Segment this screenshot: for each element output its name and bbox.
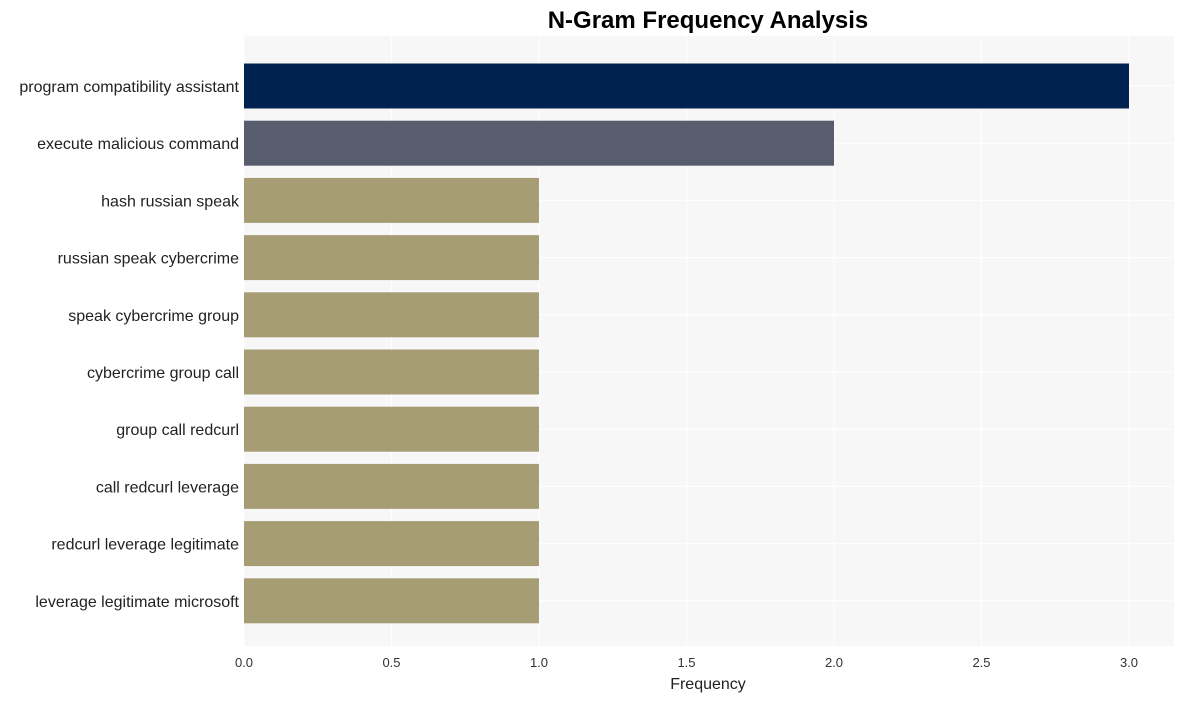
y-tick-label: cybercrime group call (87, 365, 239, 382)
x-tick-label: 2.5 (972, 655, 990, 670)
x-tick-label: 1.5 (677, 655, 695, 670)
y-tick-label: program compatibility assistant (19, 79, 239, 96)
x-tick-label: 3.0 (1120, 655, 1138, 670)
y-tick-label: speak cybercrime group (68, 308, 239, 325)
bar (244, 177, 539, 223)
bar (244, 463, 539, 509)
y-axis-labels: program compatibility assistant execute m… (19, 79, 240, 611)
y-tick-label: hash russian speak (101, 193, 240, 210)
x-tick-label: 0.0 (235, 655, 253, 670)
bar (244, 235, 539, 281)
bar (244, 349, 539, 395)
x-axis-ticks: 0.0 0.5 1.0 1.5 2.0 2.5 3.0 (235, 655, 1138, 670)
ngram-bar-chart: program compatibility assistant execute m… (19, 7, 1174, 693)
bar (244, 406, 539, 452)
bar (244, 292, 539, 338)
y-tick-label: redcurl leverage legitimate (51, 537, 239, 554)
bar (244, 120, 834, 166)
x-tick-label: 0.5 (382, 655, 400, 670)
y-tick-label: group call redcurl (116, 422, 239, 439)
chart-title: N-Gram Frequency Analysis (548, 7, 869, 34)
x-tick-label: 2.0 (825, 655, 843, 670)
y-tick-label: russian speak cybercrime (58, 251, 240, 268)
y-tick-label: call redcurl leverage (96, 479, 239, 496)
x-axis-label: Frequency (670, 676, 746, 693)
x-tick-label: 1.0 (530, 655, 548, 670)
bar (244, 521, 539, 567)
y-tick-label: leverage legitimate microsoft (35, 594, 239, 611)
y-tick-label: execute malicious command (37, 136, 239, 153)
bar (244, 578, 539, 624)
bar (244, 63, 1129, 109)
